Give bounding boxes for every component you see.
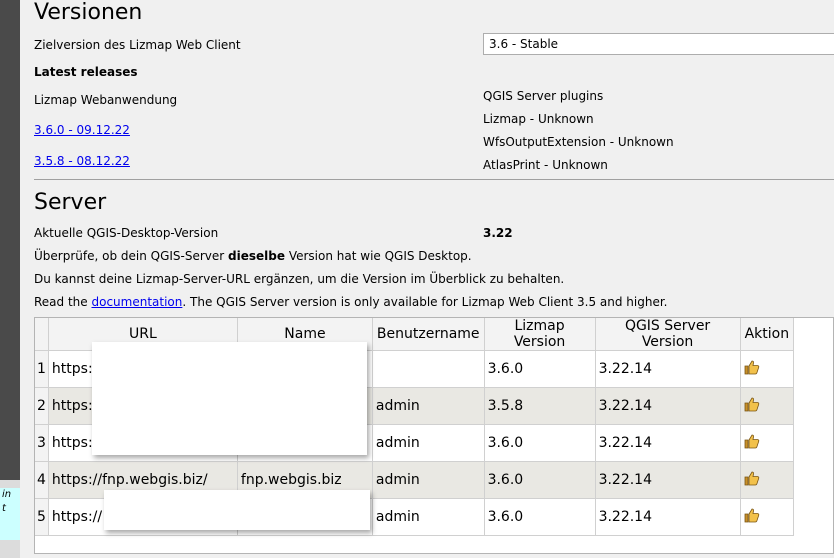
latest-releases-heading: Latest releases xyxy=(34,65,138,79)
cell-qgis-version[interactable]: 3.22.14 xyxy=(595,387,741,425)
action-cell[interactable] xyxy=(740,387,795,425)
thumbs-up-icon[interactable] xyxy=(744,470,760,486)
cell-lizmap-version[interactable]: 3.6.0 xyxy=(484,424,596,462)
target-version-value: 3.6 - Stable xyxy=(489,37,559,51)
read-post: . The QGIS Server version is only availa… xyxy=(182,295,668,309)
cell-qgis-version[interactable]: 3.22.14 xyxy=(595,424,741,462)
target-version-select[interactable]: 3.6 - Stable xyxy=(483,33,834,55)
row-number: 3 xyxy=(35,424,49,462)
header-username[interactable]: Benutzername xyxy=(372,318,485,351)
cell-lizmap-version[interactable]: 3.6.0 xyxy=(484,461,596,499)
check-version-text: Überprüfe, ob dein QGIS-Server dieselbe … xyxy=(34,249,472,263)
action-cell[interactable] xyxy=(740,461,795,499)
header-lizmap-version[interactable]: Lizmap Version xyxy=(484,318,596,351)
row-number: 5 xyxy=(35,498,49,536)
plugin-atlasprint: AtlasPrint - Unknown xyxy=(483,158,608,172)
cell-username[interactable] xyxy=(372,350,485,388)
action-cell[interactable] xyxy=(740,350,795,388)
left-note: in t xyxy=(0,488,20,540)
row-number: 2 xyxy=(35,387,49,425)
cell-lizmap-version[interactable]: 3.6.0 xyxy=(484,350,596,388)
release-link-358[interactable]: 3.5.8 - 08.12.22 xyxy=(34,154,130,168)
versions-title: Versionen xyxy=(34,0,143,25)
target-version-label: Zielversion des Lizmap Web Client xyxy=(34,38,241,52)
action-cell[interactable] xyxy=(740,498,795,536)
cell-qgis-version[interactable]: 3.22.14 xyxy=(595,461,741,499)
check-text-bold: dieselbe xyxy=(228,249,286,263)
read-docs-text: Read the documentation. The QGIS Server … xyxy=(34,295,667,309)
release-link-360[interactable]: 3.6.0 - 09.12.22 xyxy=(34,123,130,137)
check-text-pre: Überprüfe, ob dein QGIS-Server xyxy=(34,249,229,263)
thumbs-up-icon[interactable] xyxy=(744,433,760,449)
header-action[interactable]: Aktion xyxy=(740,318,795,351)
cell-qgis-version[interactable]: 3.22.14 xyxy=(595,350,741,388)
thumbs-up-icon[interactable] xyxy=(744,507,760,523)
plugins-label: QGIS Server plugins xyxy=(483,89,604,103)
row-number: 1 xyxy=(35,350,49,388)
documentation-link[interactable]: documentation xyxy=(91,295,182,309)
table-corner xyxy=(35,318,49,351)
left-panel-strip xyxy=(0,0,20,480)
cell-username[interactable]: admin xyxy=(372,498,485,536)
desktop-version-label: Aktuelle QGIS-Desktop-Version xyxy=(34,226,219,240)
server-title: Server xyxy=(34,190,107,215)
thumbs-up-icon[interactable] xyxy=(744,396,760,412)
add-url-text: Du kannst deine Lizmap-Server-URL ergänz… xyxy=(34,272,565,286)
check-text-post: Version hat wie QGIS Desktop. xyxy=(285,249,472,263)
action-cell[interactable] xyxy=(740,424,795,462)
section-divider xyxy=(34,179,834,180)
plugin-lizmap: Lizmap - Unknown xyxy=(483,112,594,126)
versions-server-panel: Versionen Zielversion des Lizmap Web Cli… xyxy=(20,0,834,558)
lwc-label: Lizmap Webanwendung xyxy=(34,93,178,107)
read-pre: Read the xyxy=(34,295,92,309)
cell-lizmap-version[interactable]: 3.5.8 xyxy=(484,387,596,425)
cell-username[interactable]: admin xyxy=(372,387,485,425)
cell-qgis-version[interactable]: 3.22.14 xyxy=(595,498,741,536)
desktop-version-value: 3.22 xyxy=(483,226,513,240)
cell-username[interactable]: admin xyxy=(372,424,485,462)
row-number: 4 xyxy=(35,461,49,499)
header-qgis-server-version[interactable]: QGIS Server Version xyxy=(595,318,741,351)
redaction-box xyxy=(104,490,370,530)
cell-username[interactable]: admin xyxy=(372,461,485,499)
redaction-box xyxy=(92,342,367,455)
thumbs-up-icon[interactable] xyxy=(744,359,760,375)
plugin-wfsoutput: WfsOutputExtension - Unknown xyxy=(483,135,674,149)
cell-lizmap-version[interactable]: 3.6.0 xyxy=(484,498,596,536)
